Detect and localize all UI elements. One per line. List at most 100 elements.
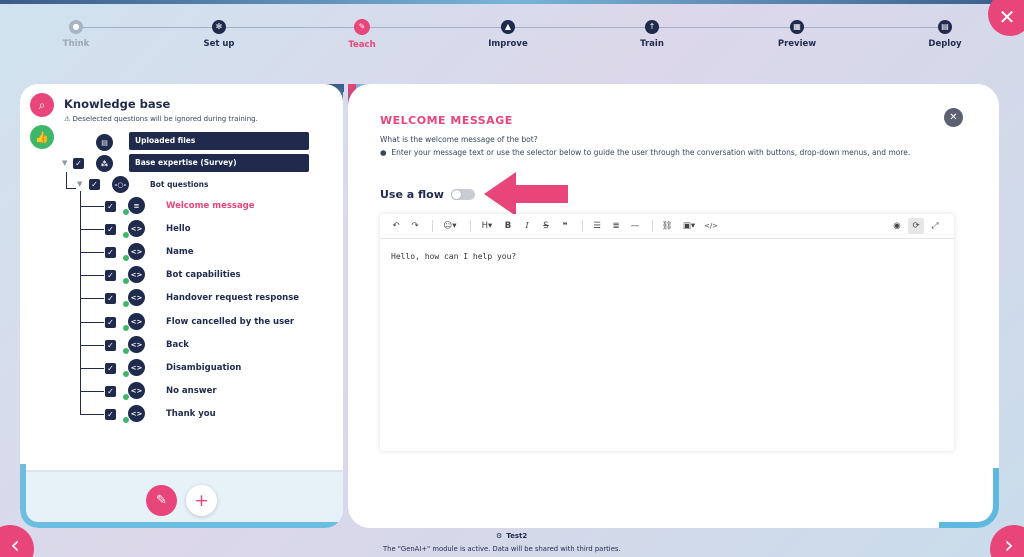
step-think[interactable]: ● Think xyxy=(31,20,121,49)
code-icon: <> xyxy=(128,382,145,399)
checkbox[interactable]: ✓ xyxy=(105,340,116,351)
bullet-list-icon[interactable]: ☰ xyxy=(589,218,605,234)
numbered-list-icon[interactable]: ≣ xyxy=(608,218,624,234)
step-label: Set up xyxy=(203,39,235,49)
fullscreen-icon[interactable]: ⤢ xyxy=(927,218,943,234)
thumbs-up-icon[interactable]: 👍 xyxy=(30,125,54,149)
search-icon[interactable]: ⌕ xyxy=(30,93,54,117)
use-flow-toggle[interactable] xyxy=(451,189,475,200)
bot-questions-label[interactable]: Bot questions xyxy=(150,180,208,189)
status-badge xyxy=(122,300,130,308)
redo-icon[interactable]: ↷ xyxy=(407,218,423,234)
panel-question: What is the welcome message of the bot? xyxy=(380,135,538,144)
code-icon: <> xyxy=(128,313,145,330)
step-label: Teach xyxy=(348,40,376,50)
chevron-down-icon[interactable]: ▼ xyxy=(62,159,67,167)
checkbox[interactable]: ✓ xyxy=(105,270,116,281)
tree-connector xyxy=(80,275,104,276)
emoji-icon[interactable]: ☺▾ xyxy=(439,218,461,234)
gear-icon: ⚙ xyxy=(496,532,503,540)
checkbox[interactable]: ✓ xyxy=(105,224,116,235)
editor-content[interactable]: Hello, how can I help you? xyxy=(380,239,954,274)
heading-icon[interactable]: H▾ xyxy=(477,218,497,234)
panel-info: ● Enter your message text or use the sel… xyxy=(380,147,940,159)
code-icon: <> xyxy=(128,243,145,260)
eye-icon[interactable]: ◉ xyxy=(889,218,905,234)
tree-connector xyxy=(80,191,81,415)
step-set-up[interactable]: ✻ Set up xyxy=(174,20,264,49)
code-icon: <> xyxy=(128,336,145,353)
question-item[interactable]: Bot capabilities xyxy=(166,270,241,280)
checkbox[interactable]: ✓ xyxy=(105,293,116,304)
quote-icon[interactable]: ❝ xyxy=(557,218,573,234)
step-improve[interactable]: ▲ Improve xyxy=(463,20,553,49)
question-item[interactable]: Back xyxy=(166,340,189,350)
toggle-knob xyxy=(451,189,462,200)
status-badge xyxy=(122,277,130,285)
question-item[interactable]: Name xyxy=(166,247,193,257)
step-deploy[interactable]: ▤ Deploy xyxy=(900,20,990,49)
panel-footer xyxy=(20,464,343,528)
checkbox[interactable]: ✓ xyxy=(105,363,116,374)
plus-icon: + xyxy=(194,490,209,511)
image-icon[interactable]: ▣▾ xyxy=(678,218,700,234)
strikethrough-icon[interactable]: S xyxy=(538,218,554,234)
question-item[interactable]: No answer xyxy=(166,386,217,396)
tree-connector xyxy=(66,172,67,188)
sync-icon[interactable]: ⟳ xyxy=(908,218,924,234)
base-expertise-item[interactable]: Base expertise (Survey) xyxy=(129,154,309,172)
step-teach[interactable]: ✎ Teach xyxy=(317,19,407,50)
question-item[interactable]: Flow cancelled by the user xyxy=(166,317,294,327)
status-badge xyxy=(122,347,130,355)
tree-connector xyxy=(80,229,104,230)
info-text: Enter your message text or use the selec… xyxy=(391,148,911,157)
question-item[interactable]: Disambiguation xyxy=(166,363,241,373)
link-icon[interactable]: ⛓ xyxy=(659,218,675,234)
edit-button[interactable]: ✎ xyxy=(146,485,177,516)
tree-connector xyxy=(80,298,104,299)
checkbox[interactable]: ✓ xyxy=(105,409,116,420)
pencil-icon: ✎ xyxy=(354,19,370,35)
checkbox[interactable]: ✓ xyxy=(73,158,84,169)
chevron-down-icon[interactable]: ▼ xyxy=(77,180,82,188)
chevron-left-icon[interactable]: ‹ xyxy=(0,525,34,557)
code-icon: <> xyxy=(128,289,145,306)
checkbox[interactable]: ✓ xyxy=(105,386,116,397)
note-text: Deselected questions will be ignored dur… xyxy=(72,115,258,123)
horizontal-rule-icon[interactable]: — xyxy=(627,218,643,234)
checkbox[interactable]: ✓ xyxy=(105,317,116,328)
knowledge-base-title: Knowledge base xyxy=(64,97,171,111)
add-button[interactable]: + xyxy=(186,485,217,516)
code-icon[interactable]: </> xyxy=(703,218,719,234)
question-item[interactable]: Hello xyxy=(166,224,191,234)
calendar-icon: ▦ xyxy=(790,20,804,34)
toolbar-divider xyxy=(432,220,433,232)
question-item[interactable]: Welcome message xyxy=(166,201,255,211)
uploaded-files-item[interactable]: Uploaded files xyxy=(129,132,309,150)
step-label: Preview xyxy=(777,39,817,49)
step-train[interactable]: ↑ Train xyxy=(607,20,697,49)
status-badge xyxy=(122,231,130,239)
question-item[interactable]: Thank you xyxy=(166,409,216,419)
toolbar-divider xyxy=(582,220,583,232)
close-icon[interactable]: ✕ xyxy=(944,108,963,127)
step-preview[interactable]: ▦ Preview xyxy=(752,20,842,49)
italic-icon[interactable]: I xyxy=(519,218,535,234)
tree-connector xyxy=(80,252,104,253)
toolbar-divider xyxy=(470,220,471,232)
checkbox[interactable]: ✓ xyxy=(105,201,116,212)
layout-icon: ▤ xyxy=(938,20,952,34)
text-icon: ≡ xyxy=(128,197,145,214)
undo-icon[interactable]: ↶ xyxy=(388,218,404,234)
message-editor[interactable]: ↶ ↷ ☺▾ H▾ B I S ❝ ☰ ≣ — ⛓ ▣▾ </> ◉ ⟳ ⤢ H… xyxy=(380,214,954,451)
tree-connector xyxy=(80,345,104,346)
checkbox[interactable]: ✓ xyxy=(105,247,116,258)
tree-connector xyxy=(80,322,104,323)
chevron-right-icon[interactable]: › xyxy=(990,525,1024,557)
bold-icon[interactable]: B xyxy=(500,218,516,234)
status-badge xyxy=(122,254,130,262)
knowledge-base-panel: ⌕ 👍 Knowledge base ⚠ Deselected question… xyxy=(20,84,343,528)
flask-icon: ▲ xyxy=(501,20,515,34)
checkbox[interactable]: ✓ xyxy=(89,179,100,190)
question-item[interactable]: Handover request response xyxy=(166,293,299,303)
